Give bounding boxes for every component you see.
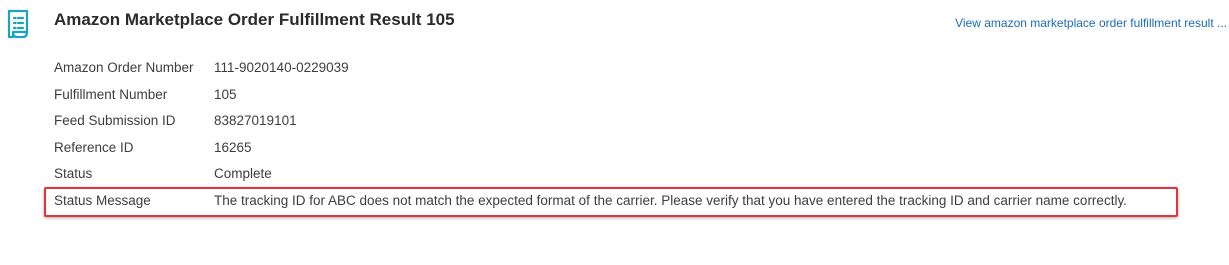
field-row-reference-id: Reference ID 16265 (0, 134, 1229, 161)
field-label: Reference ID (54, 139, 134, 155)
field-value: Complete (214, 166, 272, 181)
mouse-cursor-icon (599, 260, 605, 265)
field-value: 83827019101 (214, 113, 297, 128)
page-title: Amazon Marketplace Order Fulfillment Res… (54, 10, 455, 29)
field-value: 16265 (214, 139, 252, 155)
field-label: Status (54, 166, 93, 181)
field-value: 105 (214, 86, 237, 102)
field-row-status: Status Complete (0, 160, 1229, 187)
record-page: Amazon Marketplace Order Fulfillment Res… (0, 0, 1229, 265)
field-row-feed-submission-id: Feed Submission ID 83827019101 (0, 107, 1229, 134)
field-value: 111-9020140-0229039 (214, 60, 349, 75)
field-row-fulfillment-number: Fulfillment Number 105 (0, 81, 1229, 108)
detail-fields: Amazon Order Number 111-9020140-0229039 … (0, 54, 1229, 213)
field-row-status-message: Status Message The tracking ID for ABC d… (0, 187, 1229, 214)
field-label: Fulfillment Number (54, 86, 168, 102)
view-record-link[interactable]: View amazon marketplace order fulfillmen… (955, 16, 1227, 30)
field-label: Amazon Order Number (54, 60, 194, 75)
field-label: Status Message (54, 192, 151, 208)
field-row-amazon-order-number: Amazon Order Number 111-9020140-0229039 (0, 54, 1229, 81)
field-value: The tracking ID for ABC does not match t… (214, 192, 1127, 208)
record-list-icon (3, 8, 33, 40)
field-label: Feed Submission ID (54, 113, 176, 128)
